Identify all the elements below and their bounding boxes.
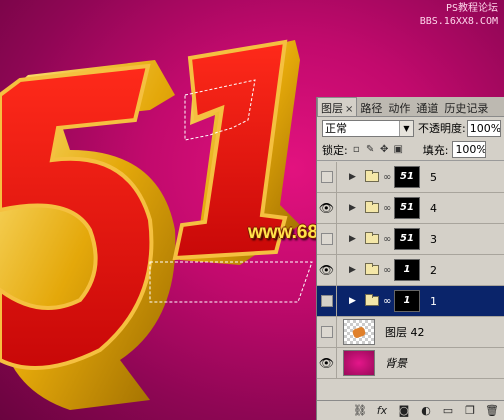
layer-name[interactable]: 2 [430, 264, 437, 277]
eye-icon: 👁 [318, 201, 335, 215]
layer-row[interactable]: ▶ ∞ 51 3 [317, 224, 504, 255]
folder-icon [365, 201, 379, 213]
layer-name[interactable]: 1 [430, 295, 437, 308]
folder-icon [365, 294, 379, 306]
eye-icon: 👁 [318, 263, 335, 277]
visibility-box [320, 326, 333, 338]
lock-pixels-icon[interactable]: ✎ [365, 144, 376, 155]
layer-mask-thumbnail[interactable]: 51 [394, 166, 420, 188]
tab-layers[interactable]: 图层 × [317, 97, 358, 116]
link-icon[interactable]: ⛓ [353, 404, 367, 417]
adjustment-icon[interactable]: ◐ [419, 404, 433, 417]
visibility-box [320, 233, 333, 245]
expand-arrow-icon[interactable]: ▶ [349, 203, 359, 213]
layer-row[interactable]: 👁 背景 [317, 348, 504, 379]
tab-channels[interactable]: 通道 [413, 98, 441, 116]
eye-icon: 👁 [318, 356, 335, 370]
visibility-toggle[interactable]: 👁 [317, 348, 337, 378]
folder-icon [365, 170, 379, 182]
layer-mask-thumbnail[interactable]: 51 [394, 228, 420, 250]
folder-icon [365, 232, 379, 244]
link-icon: ∞ [383, 264, 392, 276]
link-icon: ∞ [383, 171, 392, 183]
layer-name[interactable]: 4 [430, 202, 437, 215]
fill-input[interactable]: 100% [452, 141, 487, 158]
expand-arrow-icon[interactable]: ▶ [349, 265, 359, 275]
expand-arrow-icon[interactable]: ▶ [349, 172, 359, 182]
watermark-line-1: PS教程论坛 [445, 3, 498, 14]
tab-layers-label: 图层 [321, 102, 343, 115]
visibility-toggle[interactable] [317, 317, 337, 347]
chevron-down-icon[interactable]: ▼ [399, 120, 413, 136]
layer-mask-thumbnail[interactable]: 51 [394, 197, 420, 219]
link-icon: ∞ [383, 233, 392, 245]
panel-bottom-bar: ⛓ fx ◙ ◐ ▭ ❐ 🗑 [317, 400, 504, 420]
layers-list: ▶ ∞ 51 5 👁 ▶ ∞ 51 4 ▶ ∞ 51 3 👁 ▶ ∞ 1 2 ▶… [317, 162, 504, 379]
layer-name[interactable]: 图层 42 [385, 324, 425, 340]
close-icon[interactable]: × [345, 104, 353, 115]
lock-row: 锁定: ▫ ✎ ✥ ▣ 填充: 100% [317, 139, 504, 161]
layer-row[interactable]: 👁 ▶ ∞ 1 2 [317, 255, 504, 286]
expand-arrow-icon[interactable]: ▶ [349, 234, 359, 244]
layer-row[interactable]: 👁 ▶ ∞ 51 4 [317, 193, 504, 224]
layer-mask-thumbnail[interactable]: 1 [394, 259, 420, 281]
tab-paths[interactable]: 路径 [357, 98, 385, 116]
link-icon: ∞ [383, 295, 392, 307]
lock-all-icon[interactable]: ▣ [393, 144, 404, 155]
blend-mode-select[interactable]: 正常 ▼ [322, 119, 414, 137]
group-icon[interactable]: ▭ [441, 404, 455, 417]
layer-name[interactable]: 3 [430, 233, 437, 246]
visibility-toggle[interactable] [317, 162, 337, 192]
opacity-label: 不透明度: [418, 122, 466, 135]
selection-marquee-lower [149, 261, 313, 303]
layer-thumbnail[interactable] [343, 319, 375, 345]
fill-label: 填充: [422, 143, 449, 157]
visibility-toggle[interactable] [317, 224, 337, 254]
layer-row[interactable]: ▶ ∞ 51 5 [317, 162, 504, 193]
layer-row[interactable]: 图层 42 [317, 317, 504, 348]
panel-tabs: 图层 × 路径 动作 通道 历史记录 [317, 97, 504, 117]
blend-mode-value: 正常 [325, 121, 347, 135]
mask-icon[interactable]: ◙ [397, 404, 411, 417]
layers-panel: 图层 × 路径 动作 通道 历史记录 正常 ▼ 不透明度: 100% 锁定: ▫ … [316, 97, 504, 420]
new-layer-icon[interactable]: ❐ [463, 404, 477, 417]
folder-icon [365, 263, 379, 275]
visibility-toggle[interactable] [317, 286, 337, 316]
layer-row-selected[interactable]: ▶ ∞ 1 1 [317, 286, 504, 317]
trash-icon[interactable]: 🗑 [485, 404, 499, 417]
lock-transparency-icon[interactable]: ▫ [351, 144, 362, 155]
fx-icon[interactable]: fx [375, 404, 389, 417]
tab-history[interactable]: 历史记录 [441, 98, 491, 116]
blend-options-row: 正常 ▼ 不透明度: 100% [317, 117, 504, 139]
watermark-line-2: BBS.16XX8.COM [419, 16, 498, 27]
lock-label: 锁定: [322, 143, 348, 157]
lock-position-icon[interactable]: ✥ [379, 144, 390, 155]
tab-actions[interactable]: 动作 [385, 98, 413, 116]
layer-thumbnail[interactable] [343, 350, 375, 376]
forum-watermark: PS教程论坛 BBS.16XX8.COM [378, 2, 498, 28]
visibility-toggle[interactable]: 👁 [317, 193, 337, 223]
layer-name[interactable]: 背景 [385, 355, 407, 371]
link-icon: ∞ [383, 202, 392, 214]
expand-arrow-icon[interactable]: ▶ [349, 296, 359, 306]
visibility-box [320, 295, 333, 307]
visibility-toggle[interactable]: 👁 [317, 255, 337, 285]
layer-name[interactable]: 5 [430, 171, 437, 184]
opacity-input[interactable]: 100% [466, 119, 501, 137]
visibility-box [320, 171, 333, 183]
layer-mask-thumbnail[interactable]: 1 [394, 290, 420, 312]
